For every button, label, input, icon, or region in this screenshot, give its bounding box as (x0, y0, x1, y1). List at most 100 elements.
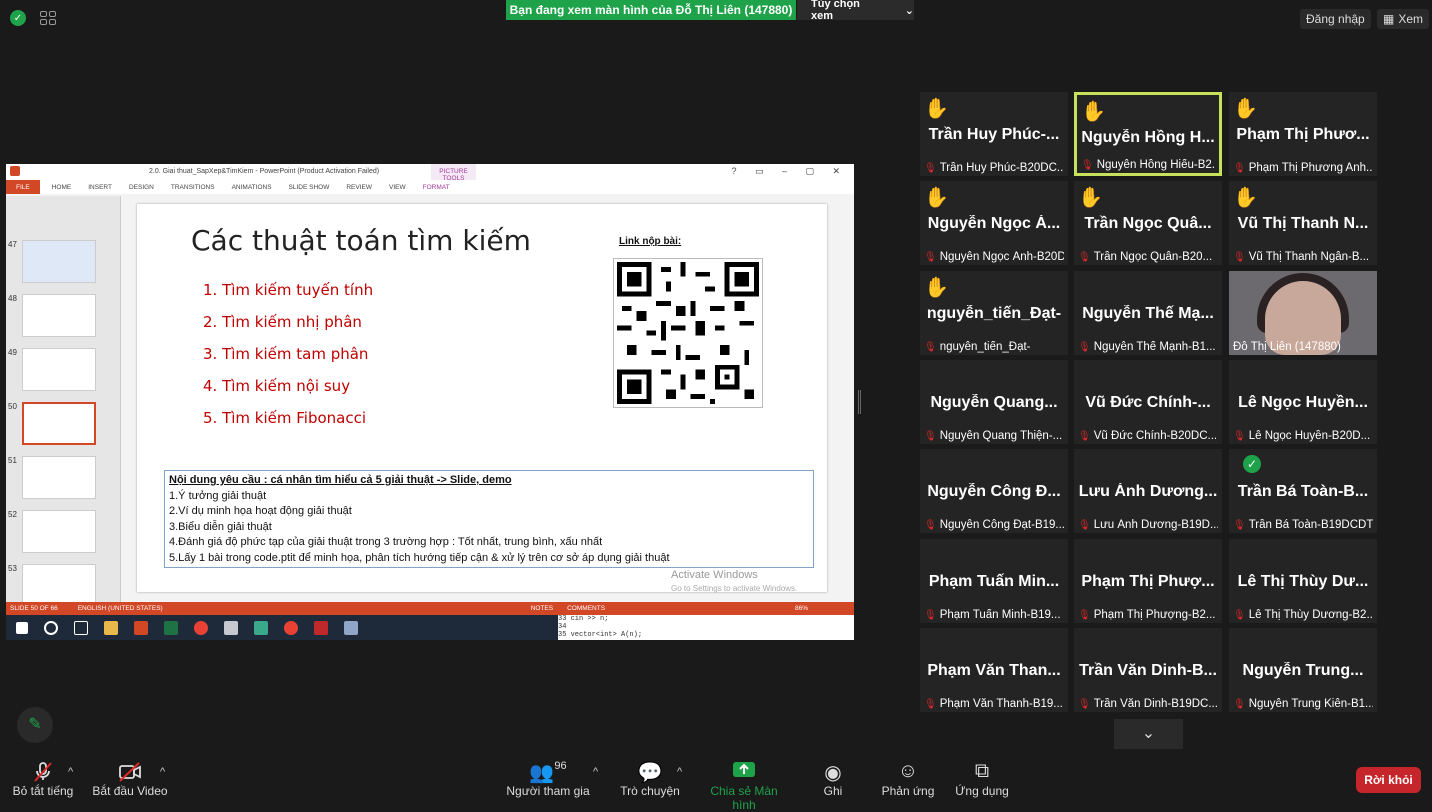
microphone-muted-icon: 🎙 (1233, 430, 1246, 442)
participant-display-name: Trần Bá Toàn-B... (1237, 483, 1369, 500)
ribbon-view[interactable]: VIEW (389, 184, 406, 191)
participant-tile[interactable]: Phạm Văn Than... 🎙 Phạm Văn Thanh-B19... (920, 628, 1068, 712)
notes-button[interactable]: NOTES (531, 605, 553, 612)
participant-tile[interactable]: Phạm Thị Phượ... 🎙 Phạm Thị Phượng-B2... (1074, 539, 1222, 623)
ribbon-insert[interactable]: INSERT (88, 184, 112, 191)
participant-tile[interactable]: Lê Thị Thùy Dư... 🎙 Lê Thị Thùy Dương-B2..… (1229, 539, 1377, 623)
ribbon-file[interactable]: FILE (6, 180, 40, 194)
ribbon-review[interactable]: REVIEW (346, 184, 372, 191)
chat-button[interactable]: 💬 Trò chuyện (618, 760, 682, 798)
gallery-grid-icon[interactable] (40, 11, 56, 25)
ribbon-slideshow[interactable]: SLIDE SHOW (289, 184, 330, 191)
participants-options-caret[interactable]: ^ (593, 766, 598, 778)
participant-tile[interactable]: Lưu Ánh Dương... 🎙 Lưu Ánh Dương-B19D... (1074, 449, 1222, 533)
microphone-muted-icon: 🎙 (924, 341, 937, 353)
checkmark-icon: ✓ (1243, 455, 1261, 473)
windows-start-icon[interactable] (16, 621, 28, 634)
chrome-icon[interactable] (284, 620, 298, 635)
thumb-number: 48 (8, 294, 17, 303)
record-button[interactable]: ◉ Ghi (815, 760, 851, 798)
slide-thumb-52[interactable] (22, 510, 96, 553)
record-icon: ◉ (824, 762, 842, 784)
chat-options-caret[interactable]: ^ (677, 766, 682, 778)
reactions-button[interactable]: ☺ Phản ứng (878, 760, 938, 798)
apps-button[interactable]: ⧉ Ứng dụng (952, 760, 1012, 798)
participant-tile[interactable]: Trần Văn Dinh-B... 🎙 Trần Văn Dinh-B19DC..… (1074, 628, 1222, 712)
comments-button[interactable]: COMMENTS (567, 605, 605, 612)
participant-tile[interactable]: Vũ Đức Chính-... 🎙 Vũ Đức Chính-B20DC... (1074, 360, 1222, 444)
slide-thumb-47[interactable] (22, 240, 96, 283)
slide-counter: SLIDE 50 OF 66 (10, 605, 58, 612)
participant-display-name: Lê Ngọc Huyền... (1238, 394, 1368, 411)
participant-tile[interactable]: Nguyễn Thế Mạ... 🎙 Nguyễn Thế Mạnh-B1... (1074, 271, 1222, 355)
view-options-button[interactable]: Tùy chọn xem ⌄ (797, 0, 914, 22)
app-icon[interactable] (224, 620, 238, 635)
security-shield-icon[interactable]: ✓ (10, 10, 26, 26)
slide-thumb-53[interactable] (22, 564, 96, 607)
leave-button[interactable]: Rời khỏi (1356, 767, 1421, 793)
ribbon-design[interactable]: DESIGN (129, 184, 154, 191)
participant-tile[interactable]: ✋ Vũ Thị Thanh N... 🎙 Vũ Thị Thanh Ngân-B..… (1229, 181, 1377, 265)
ribbon-format[interactable]: FORMAT (423, 184, 450, 191)
devcpp-icon[interactable] (314, 620, 328, 635)
video-options-caret[interactable]: ^ (160, 766, 165, 778)
audio-options-caret[interactable]: ^ (68, 766, 73, 778)
ribbon-home[interactable]: HOME (52, 184, 72, 191)
sign-in-button[interactable]: Đăng nhập (1300, 9, 1371, 29)
list-item: 1. Tìm kiếm tuyến tính (203, 281, 374, 299)
participant-display-name: Phạm Thị Phươ... (1236, 126, 1370, 143)
participant-tile[interactable]: ✋ nguyễn_tiến_Đạt- 🎙 nguyễn_tiến_Đạt- (920, 271, 1068, 355)
start-video-button[interactable]: Bắt đầu Video (90, 760, 170, 798)
participant-name-label: 🎙 Phạm Tuấn Minh-B19... (924, 609, 1064, 621)
participant-tile[interactable]: Lê Ngọc Huyền... 🎙 Lê Ngọc Huyền-B20D... (1229, 360, 1377, 444)
participant-full-name: Trần Văn Dinh-B19DC... (1093, 698, 1218, 710)
participant-full-name: Phạm Thị Phượng-B2... (1093, 609, 1216, 621)
excel-taskbar-icon[interactable] (164, 620, 178, 635)
participant-tile[interactable]: Đỗ Thị Liên (147880) (1229, 271, 1377, 355)
ribbon: FILE HOME INSERT DESIGN TRANSITIONS ANIM… (6, 180, 854, 194)
file-explorer-icon[interactable] (104, 620, 118, 635)
search-icon[interactable] (44, 620, 58, 635)
participant-tile[interactable]: ✋ Phạm Thị Phươ... 🎙 Phạm Thị Phương Anh... (1229, 92, 1377, 176)
app-icon[interactable] (254, 620, 268, 635)
slide-thumb-48[interactable] (22, 294, 96, 337)
participant-tile[interactable]: ✋ Trần Ngọc Quâ... 🎙 Trần Ngọc Quân-B20... (1074, 181, 1222, 265)
zoom-level[interactable]: 86% (795, 605, 808, 612)
participant-tile[interactable]: Nguyễn Công Đ... 🎙 Nguyễn Công Đạt-B19... (920, 449, 1068, 533)
participant-tile[interactable]: ✓ Trần Bá Toàn-B... 🎙 Trần Bá Toàn-B19DCDT.… (1229, 449, 1377, 533)
participant-full-name: Nguyễn Trung Kiên-B1... (1248, 698, 1373, 710)
viewing-banner: Bạn đang xem màn hình của Đỗ Thị Liên (1… (506, 0, 796, 20)
participant-tile[interactable]: Phạm Tuấn Min... 🎙 Phạm Tuấn Minh-B19... (920, 539, 1068, 623)
view-button[interactable]: ▦ Xem (1377, 9, 1430, 29)
top-bar: ✓ Bạn đang xem màn hình của Đỗ Thị Liên … (0, 0, 1432, 36)
qr-code-image (613, 258, 763, 408)
microphone-muted-icon: 🎙 (1078, 609, 1091, 621)
participant-tile[interactable]: ✋ Nguyễn Ngọc Á... 🎙Nguyễn Ngọc Ánh-B20DC.… (920, 181, 1068, 265)
participant-tile[interactable]: Nguyễn Quang... 🎙 Nguyễn Quang Thiện-... (920, 360, 1068, 444)
slide-thumb-51[interactable] (22, 456, 96, 499)
participant-full-name: Vũ Đức Chính-B20DC... (1093, 430, 1218, 442)
task-view-icon[interactable] (74, 620, 88, 635)
slide-thumb-50[interactable] (22, 402, 96, 445)
share-screen-button[interactable]: Chia sẻ Màn hình (698, 760, 790, 812)
slide-thumb-49[interactable] (22, 348, 96, 391)
ribbon-transitions[interactable]: TRANSITIONS (171, 184, 215, 191)
participant-tile[interactable]: ✋ Trần Huy Phúc-... 🎙 Trần Huy Phúc-B20DC..… (920, 92, 1068, 176)
chrome-icon[interactable] (194, 620, 208, 635)
panel-resize-handle[interactable] (858, 390, 861, 414)
requirement-item: 3.Biểu diễn giải thuật (169, 520, 272, 533)
participant-tile[interactable]: ✋ Nguyễn Hồng H... 🎙 Nguyễn Hồng Hiếu-B2... (1074, 92, 1222, 176)
raised-hand-icon: ✋ (1081, 101, 1106, 123)
participants-button[interactable]: 👥96 Người tham gia (504, 760, 592, 798)
powerpoint-taskbar-icon[interactable] (134, 620, 148, 635)
microphone-muted-icon: 🎙 (1078, 430, 1091, 442)
window-controls[interactable]: ? ▭ – ▢ ✕ (731, 166, 848, 177)
ribbon-animations[interactable]: ANIMATIONS (232, 184, 272, 191)
gallery-next-page-button[interactable]: ⌄ (1114, 719, 1183, 749)
participant-tile[interactable]: Nguyễn Trung... 🎙 Nguyễn Trung Kiên-B1... (1229, 628, 1377, 712)
activate-windows-watermark: Activate Windows (671, 569, 758, 581)
annotate-pen-icon[interactable]: ✎ (17, 707, 53, 743)
app-icon[interactable] (344, 620, 358, 635)
participant-name-label: 🎙 Nguyễn Hồng Hiếu-B2... (1081, 159, 1215, 171)
participant-display-name: Nguyễn Thế Mạ... (1082, 305, 1214, 322)
